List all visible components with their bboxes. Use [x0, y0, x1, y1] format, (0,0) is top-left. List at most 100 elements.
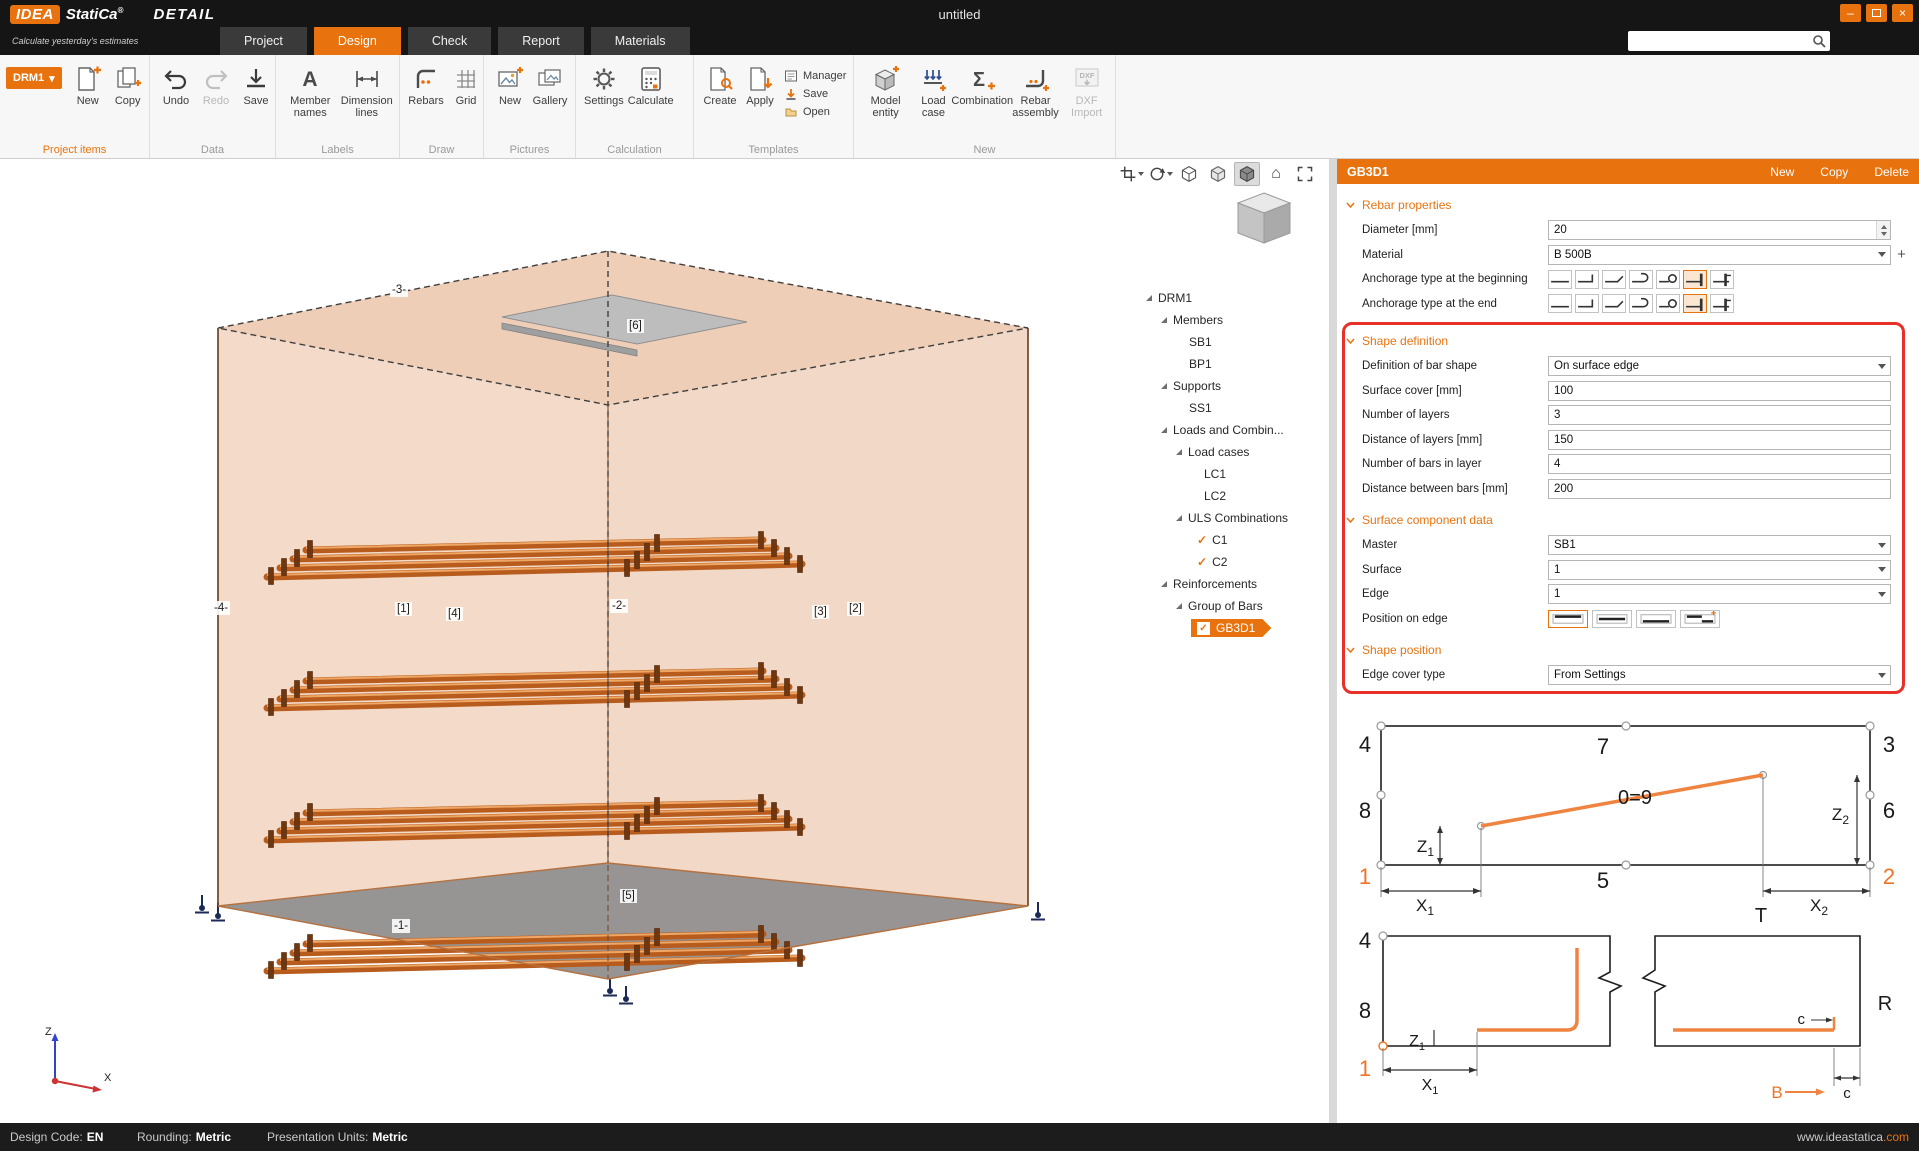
- tree-item-lc2[interactable]: LC2: [1140, 485, 1329, 507]
- expander-icon[interactable]: [1161, 581, 1167, 587]
- search-input[interactable]: [1632, 33, 1812, 49]
- spin-up-icon[interactable]: [1881, 225, 1887, 229]
- section-shape-position[interactable]: Shape position: [1337, 637, 1919, 663]
- tab-report[interactable]: Report: [498, 27, 584, 55]
- new-rebar-button[interactable]: New: [1770, 165, 1794, 179]
- load-case-button[interactable]: Load case: [911, 61, 955, 121]
- website-link[interactable]: www.ideastatica.com: [1797, 1130, 1909, 1144]
- dropdown-caret[interactable]: [1874, 585, 1890, 603]
- tree-item-drm1[interactable]: DRM1: [1140, 287, 1329, 309]
- anchorage-straight-button[interactable]: [1548, 294, 1572, 313]
- tab-project[interactable]: Project: [220, 27, 307, 55]
- expander-icon[interactable]: [1176, 515, 1182, 521]
- section-cut-button[interactable]: [1118, 162, 1144, 186]
- tree-item-reinforcements[interactable]: Reinforcements: [1140, 573, 1329, 595]
- wireframe-view-button[interactable]: [1176, 162, 1202, 186]
- tree-item-load-cases[interactable]: Load cases: [1140, 441, 1329, 463]
- save-button[interactable]: Save: [236, 61, 276, 109]
- rebar-assembly-button[interactable]: Rebar assembly: [1009, 61, 1062, 121]
- tab-materials[interactable]: Materials: [591, 27, 690, 55]
- tab-check[interactable]: Check: [408, 27, 491, 55]
- tree-item-loads[interactable]: Loads and Combin...: [1140, 419, 1329, 441]
- distance-between-bars-input[interactable]: [1548, 479, 1891, 499]
- anchorage-plate-button[interactable]: [1683, 270, 1707, 289]
- edge-cover-select[interactable]: [1548, 665, 1891, 685]
- tree-item-group-of-bars[interactable]: Group of Bars: [1140, 595, 1329, 617]
- anchorage-plate-ext-button[interactable]: [1710, 270, 1734, 289]
- gallery-button[interactable]: Gallery: [530, 61, 570, 109]
- dropdown-caret[interactable]: [1874, 666, 1890, 684]
- model-entity-button[interactable]: Model entity: [860, 61, 911, 121]
- position-custom-button[interactable]: [1680, 610, 1720, 628]
- add-material-button[interactable]: +: [1894, 246, 1909, 263]
- bars-in-layer-input[interactable]: [1548, 454, 1891, 474]
- template-open-button[interactable]: Open: [784, 105, 846, 119]
- 3d-scene[interactable]: [0, 159, 1329, 1123]
- close-button[interactable]: ×: [1892, 4, 1913, 22]
- grid-button[interactable]: Grid: [446, 61, 486, 109]
- dropdown-caret[interactable]: [1874, 536, 1890, 554]
- anchorage-hook180-button[interactable]: [1629, 294, 1653, 313]
- anchorage-loop-button[interactable]: [1656, 270, 1680, 289]
- dropdown-caret[interactable]: [1874, 357, 1890, 375]
- check-icon[interactable]: ✓: [1197, 533, 1207, 547]
- anchorage-straight-button[interactable]: [1548, 270, 1572, 289]
- navigation-cube[interactable]: [1232, 189, 1296, 247]
- tree-item-members[interactable]: Members: [1140, 309, 1329, 331]
- anchorage-plate-ext-button[interactable]: [1710, 294, 1734, 313]
- expander-icon[interactable]: [1146, 295, 1152, 301]
- dropdown-caret[interactable]: [1874, 561, 1890, 579]
- section-surface-component[interactable]: Surface component data: [1337, 507, 1919, 533]
- drm1-dropdown-button[interactable]: DRM1▾: [6, 67, 62, 89]
- template-save-button[interactable]: Save: [784, 87, 846, 101]
- section-rebar-properties[interactable]: Rebar properties: [1337, 192, 1919, 218]
- dxf-import-button[interactable]: DXF DXF Import: [1062, 61, 1111, 121]
- anchorage-hook45-button[interactable]: [1602, 270, 1626, 289]
- redo-button[interactable]: Redo: [196, 61, 236, 109]
- tree-item-bp1[interactable]: BP1: [1140, 353, 1329, 375]
- check-icon[interactable]: ✓: [1197, 555, 1207, 569]
- undo-button[interactable]: Undo: [156, 61, 196, 109]
- home-view-button[interactable]: ⌂: [1263, 162, 1289, 186]
- expander-icon[interactable]: [1161, 317, 1167, 323]
- orbit-button[interactable]: [1147, 162, 1173, 186]
- tree-item-lc1[interactable]: LC1: [1140, 463, 1329, 485]
- calculate-button[interactable]: Calculate: [626, 61, 676, 109]
- anchorage-hook45-button[interactable]: [1602, 294, 1626, 313]
- position-bottom-button[interactable]: [1636, 610, 1676, 628]
- template-manager-button[interactable]: Manager: [784, 69, 846, 83]
- 3d-viewport[interactable]: -3- [6] -4- [1] [4] -2- [3] [2] [5] -1- …: [0, 159, 1329, 1123]
- expander-icon[interactable]: [1161, 383, 1167, 389]
- settings-button[interactable]: Settings: [582, 61, 626, 109]
- new-project-item-button[interactable]: New: [68, 61, 108, 109]
- rebars-button[interactable]: Rebars: [406, 61, 446, 109]
- fullscreen-button[interactable]: [1292, 162, 1318, 186]
- surface-select[interactable]: [1548, 560, 1891, 580]
- anchorage-hook90-button[interactable]: [1575, 270, 1599, 289]
- tree-item-supports[interactable]: Supports: [1140, 375, 1329, 397]
- tree-item-c1[interactable]: ✓C1: [1140, 529, 1329, 551]
- apply-template-button[interactable]: Apply: [740, 61, 780, 109]
- tree-item-sb1[interactable]: SB1: [1140, 331, 1329, 353]
- expander-icon[interactable]: [1161, 427, 1167, 433]
- combination-button[interactable]: Σ Combination: [956, 61, 1009, 109]
- anchorage-loop-button[interactable]: [1656, 294, 1680, 313]
- check-icon[interactable]: ✓: [1197, 622, 1210, 635]
- copy-rebar-button[interactable]: Copy: [1820, 165, 1848, 179]
- tree-item-gb3d1[interactable]: ✓ GB3D1: [1140, 617, 1329, 639]
- tree-item-ss1[interactable]: SS1: [1140, 397, 1329, 419]
- anchorage-plate-button[interactable]: [1683, 294, 1707, 313]
- solid-view-button[interactable]: [1205, 162, 1231, 186]
- anchorage-hook90-button[interactable]: [1575, 294, 1599, 313]
- diameter-spinner[interactable]: [1876, 221, 1890, 239]
- selected-item-tag[interactable]: ✓ GB3D1: [1191, 619, 1271, 637]
- dimension-lines-button[interactable]: Dimension lines: [339, 61, 396, 121]
- position-top-button[interactable]: [1548, 610, 1588, 628]
- member-names-button[interactable]: A Member names: [282, 61, 339, 121]
- search-box[interactable]: [1628, 31, 1830, 51]
- master-select[interactable]: [1548, 535, 1891, 555]
- number-of-layers-input[interactable]: [1548, 405, 1891, 425]
- minimize-button[interactable]: –: [1840, 4, 1861, 22]
- new-picture-button[interactable]: New: [490, 61, 530, 109]
- delete-rebar-button[interactable]: Delete: [1874, 165, 1909, 179]
